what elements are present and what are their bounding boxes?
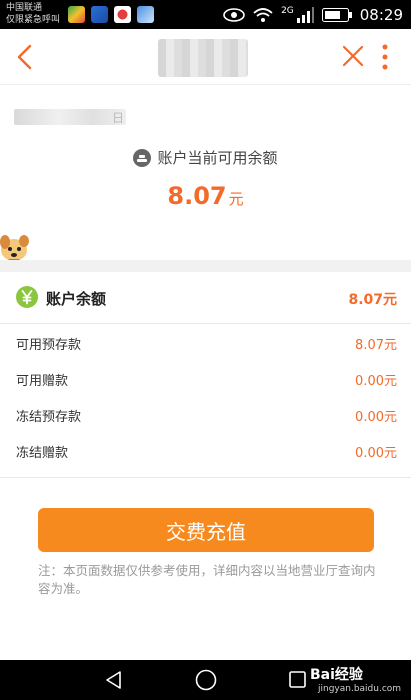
- carrier-status: 仅限紧急呼叫: [6, 15, 61, 25]
- close-icon[interactable]: [342, 45, 364, 67]
- balance-detail-list: 可用预存款 8.07元 可用赠款 0.00元 冻结预存款 0.00元 冻结赠款 …: [0, 324, 411, 468]
- row-value: 0.00元: [355, 446, 397, 461]
- eye-icon: [223, 7, 245, 22]
- date-suffix: 日: [112, 111, 125, 125]
- balance-summary: 日 账户当前可用余额 8.07 元: [0, 85, 411, 262]
- coins-icon: [133, 148, 152, 167]
- notification-app-icon: [114, 6, 131, 23]
- more-vertical-icon[interactable]: [380, 43, 390, 71]
- battery-icon: [321, 7, 352, 22]
- watermark-url: jingyan.baidu.com: [318, 684, 402, 694]
- carrier-info: 中国联通 仅限紧急呼叫: [6, 2, 60, 26]
- notification-icons: [68, 6, 154, 23]
- carrier-name: 中国联通: [6, 3, 43, 13]
- row-value: 8.07元: [355, 338, 397, 353]
- notification-app-icon: [68, 6, 85, 23]
- row-label: 可用赠款: [16, 374, 69, 389]
- chevron-left-icon[interactable]: [12, 43, 40, 71]
- signal-icon: [296, 6, 314, 23]
- balance-row-frozen-prepaid: 冻结预存款 0.00元: [0, 396, 411, 432]
- account-balance-title: 账户余额: [46, 290, 107, 308]
- section-divider: [0, 260, 411, 272]
- wifi-icon: [253, 7, 273, 22]
- row-value: 0.00元: [355, 410, 397, 425]
- nav-back-icon[interactable]: [104, 670, 124, 690]
- available-amount: 8.07 元: [0, 182, 411, 210]
- recharge-button[interactable]: 交费充值: [38, 508, 374, 552]
- system-indicators: 2G 08:29: [223, 4, 403, 25]
- android-nav-bar: Bai经验 jingyan.baidu.com: [0, 660, 411, 700]
- network-type: 2G: [281, 5, 294, 16]
- row-label: 冻结赠款: [16, 446, 69, 461]
- amount-unit: 元: [228, 190, 244, 208]
- app-header: [0, 29, 411, 85]
- list-bottom-divider: [0, 477, 411, 478]
- disclaimer-note: 注：本页面数据仅供参考使用，详细内容以当地营业厅查询内容为准。: [38, 563, 376, 596]
- row-label: 可用预存款: [16, 338, 82, 353]
- status-bar: 中国联通 仅限紧急呼叫 2G 08:29: [0, 0, 411, 29]
- date-blurred: [14, 109, 126, 125]
- amount-value: 8.07: [167, 182, 227, 210]
- yen-icon: [16, 286, 38, 308]
- page-title-blurred: [158, 39, 248, 77]
- row-value: 0.00元: [355, 374, 397, 389]
- clock: 08:29: [359, 5, 403, 24]
- balance-row-available-prepaid: 可用预存款 8.07元: [0, 324, 411, 360]
- watermark-brand: Bai经验: [310, 667, 363, 683]
- balance-row-available-bonus: 可用赠款 0.00元: [0, 360, 411, 396]
- notification-app-icon: [137, 6, 154, 23]
- notification-app-icon: [91, 6, 108, 23]
- nav-home-icon[interactable]: [195, 669, 217, 691]
- available-balance-heading: 账户当前可用余额: [0, 147, 411, 168]
- account-balance-header: 账户余额 8.07元: [0, 272, 411, 324]
- account-balance-total: 8.07元: [348, 292, 397, 308]
- row-label: 冻结预存款: [16, 410, 82, 425]
- nav-recent-apps-icon[interactable]: [289, 671, 306, 688]
- balance-row-frozen-bonus: 冻结赠款 0.00元: [0, 432, 411, 468]
- available-balance-label: 账户当前可用余额: [157, 149, 278, 167]
